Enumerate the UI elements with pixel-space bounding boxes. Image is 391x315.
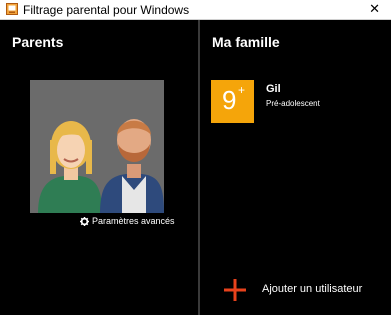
- advanced-settings-label: Paramètres avancés: [92, 216, 175, 226]
- parents-panel: Parents Paramètres avancés: [0, 20, 198, 315]
- parents-illustration: [30, 80, 164, 213]
- gear-icon: [80, 216, 89, 226]
- age-badge: 9 +: [211, 80, 254, 123]
- app-icon: [6, 3, 18, 15]
- parents-heading: Parents: [12, 34, 64, 50]
- age-badge-number: 9: [222, 85, 237, 115]
- age-badge-plus: +: [238, 83, 246, 97]
- member-role: Pré-adolescent: [266, 99, 320, 108]
- member-card-gil[interactable]: 9 + Gil Pré-adolescent: [211, 80, 371, 124]
- title-bar: Filtrage parental pour Windows ✕: [0, 0, 391, 20]
- window-title: Filtrage parental pour Windows: [23, 3, 190, 17]
- advanced-settings-link[interactable]: Paramètres avancés: [80, 216, 175, 226]
- parents-portrait: [30, 80, 164, 213]
- family-panel: Ma famille 9 + Gil Pré-adolescent Ajoute…: [200, 20, 391, 315]
- add-user-label: Ajouter un utilisateur: [262, 283, 363, 295]
- add-user-button[interactable]: Ajouter un utilisateur: [224, 279, 384, 305]
- plus-icon: [224, 279, 246, 301]
- member-name: Gil: [266, 83, 281, 95]
- family-heading: Ma famille: [212, 34, 280, 50]
- app-window: Filtrage parental pour Windows ✕ Parents: [0, 0, 391, 315]
- close-button[interactable]: ✕: [369, 1, 380, 17]
